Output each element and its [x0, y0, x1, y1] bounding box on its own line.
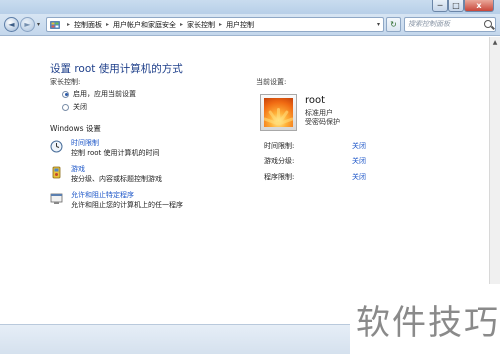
page-title: 设置 root 使用计算机的方式 [50, 63, 183, 75]
status-time-limits-value[interactable]: 关闭 [352, 141, 366, 151]
close-button[interactable]: x [464, 0, 494, 12]
games-link[interactable]: 游戏 [71, 164, 85, 174]
minimize-button[interactable]: ─ [432, 0, 448, 12]
search-placeholder: 搜索控制面板 [408, 20, 450, 28]
radio-off[interactable]: 关闭 [62, 102, 87, 112]
parental-controls-label: 家长控制: [50, 78, 81, 86]
refresh-button[interactable]: ↻ [386, 17, 401, 32]
current-settings-label: 当前设置: [256, 78, 287, 86]
time-limits-description: 控制 root 使用计算机的时间 [71, 149, 160, 157]
time-limits-link[interactable]: 时间限制 [71, 138, 99, 148]
game-controller-icon [52, 166, 61, 179]
radio-button-unchecked[interactable] [62, 103, 69, 111]
breadcrumb-separator[interactable]: ▸ [106, 21, 109, 28]
radio-off-label[interactable]: 关闭 [73, 102, 87, 112]
control-panel-icon [50, 20, 60, 29]
breadcrumb-parental-controls[interactable]: 家长控制 [187, 20, 215, 30]
watermark-text: 软件技巧 [356, 303, 500, 343]
breadcrumb-control-panel[interactable]: 控制面板 [74, 20, 102, 30]
clock-icon [50, 140, 63, 153]
program-icon [50, 193, 63, 204]
search-input[interactable]: 搜索控制面板 [404, 17, 496, 32]
maximize-button[interactable]: □ [448, 0, 464, 12]
games-description: 按分级、内容或标题控制游戏 [71, 175, 162, 183]
breadcrumb-separator[interactable]: ▸ [180, 21, 183, 28]
status-program-limits-label: 程序限制: [264, 173, 295, 181]
search-icon[interactable] [484, 20, 492, 28]
forward-button[interactable]: ► [20, 17, 35, 32]
address-dropdown-icon[interactable]: ▾ [377, 21, 380, 28]
radio-enable-label[interactable]: 启用，应用当前设置 [73, 89, 136, 99]
radio-enable[interactable]: 启用，应用当前设置 [62, 89, 136, 99]
status-time-limits-label: 时间限制: [264, 142, 295, 150]
programs-description: 允许和阻止您的计算机上的任一程序 [71, 201, 183, 209]
password-status: 受密码保护 [305, 118, 340, 126]
back-button[interactable]: ◄ [4, 17, 19, 32]
recent-pages-dropdown[interactable]: ▾ [37, 21, 40, 28]
window-title-bar: ─ □ x [0, 0, 500, 14]
breadcrumb-separator[interactable]: ▸ [219, 21, 222, 28]
address-bar[interactable]: ▸ 控制面板 ▸ 用户帐户和家庭安全 ▸ 家长控制 ▸ 用户控制 ▾ [46, 17, 384, 32]
scroll-up-icon[interactable]: ▲ [491, 39, 499, 47]
windows-settings-heading: Windows 设置 [50, 124, 101, 133]
flower-avatar-icon [264, 98, 293, 127]
programs-link[interactable]: 允许和阻止特定程序 [71, 190, 134, 200]
vertical-scrollbar[interactable]: ▲ [489, 37, 500, 324]
navigation-bar: ◄ ► ▾ ▸ 控制面板 ▸ 用户帐户和家庭安全 ▸ 家长控制 ▸ 用户控制 ▾… [0, 14, 500, 36]
status-game-ratings-value[interactable]: 关闭 [352, 156, 366, 166]
user-name: root [305, 95, 326, 106]
status-program-limits-value[interactable]: 关闭 [352, 172, 366, 182]
user-avatar [260, 94, 297, 131]
breadcrumb-user-accounts[interactable]: 用户帐户和家庭安全 [113, 20, 176, 30]
status-game-ratings-label: 游戏分级: [264, 157, 295, 165]
breadcrumb-separator: ▸ [67, 21, 71, 28]
radio-button-checked[interactable] [62, 90, 69, 98]
breadcrumb-user-controls[interactable]: 用户控制 [226, 20, 254, 30]
